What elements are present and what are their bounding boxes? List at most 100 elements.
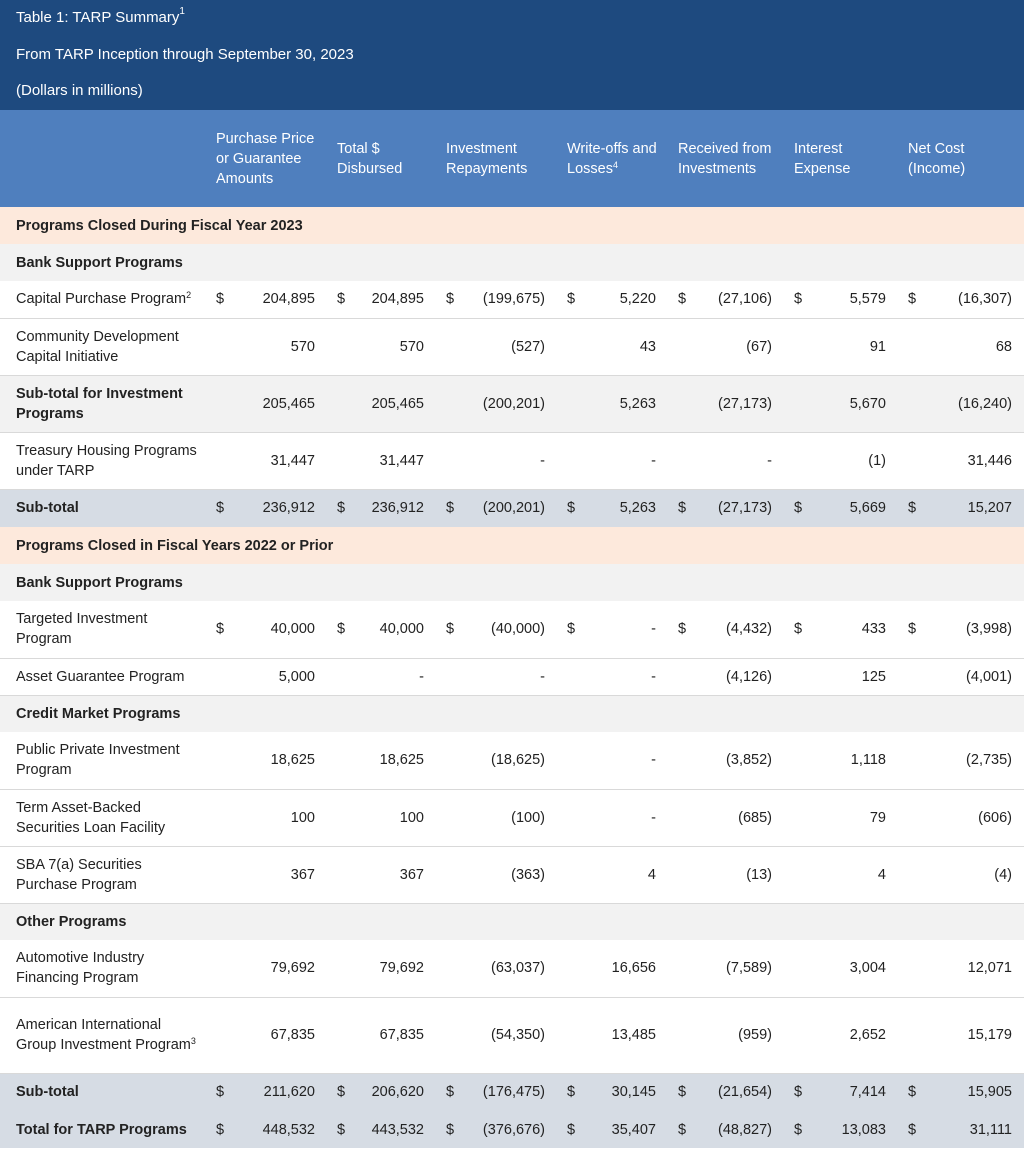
value-cell: $30,145 (557, 1073, 668, 1111)
value-cell: $ (176,475) (436, 1073, 557, 1111)
value-cell: (1) (784, 432, 898, 490)
currency-symbol: $ (678, 1084, 687, 1101)
row-label: Treasury Housing Programs under TARP (0, 432, 206, 490)
value-cell: 18,625 (327, 732, 436, 790)
value-text: - (651, 752, 656, 769)
table-row: Asset Guarantee Program 5,000 - - - (4,126) 12… (0, 658, 1024, 696)
value-text: 3,004 (849, 960, 886, 977)
currency-symbol: $ (678, 291, 687, 308)
value-cell: 5,263 (557, 375, 668, 433)
value-text: 31,446 (967, 452, 1012, 469)
currency-symbol: $ (216, 1084, 225, 1101)
table-row: SBA 7(a) Securities Purchase Program 367 3… (0, 846, 1024, 904)
currency-symbol: $ (794, 291, 803, 308)
value-cell: (100) (436, 789, 557, 847)
value-cell: (959) (668, 997, 784, 1074)
value-text: (48,827) (717, 1121, 772, 1138)
table-date-range: From TARP Inception through September 30… (16, 45, 354, 63)
column-header-label: Received from Investments (678, 140, 772, 177)
value-text: 68 (995, 338, 1012, 355)
value-text: 13,083 (841, 1121, 886, 1138)
value-text: (18,625) (490, 752, 545, 769)
currency-symbol: $ (567, 621, 576, 638)
value-text: 79 (869, 809, 886, 826)
value-text: (3,852) (726, 752, 772, 769)
value-text: 205,465 (262, 395, 315, 412)
row-label-text: Term Asset-Backed Securities Loan Facili… (16, 799, 166, 836)
column-header: Net Cost (Income) (898, 110, 1024, 207)
tarp-summary-page: Table 1: TARP Summary1 From TARP Incepti… (0, 0, 1024, 1150)
table-title-footnote: 1 (179, 6, 185, 17)
value-cell: 16,656 (557, 940, 668, 998)
value-cell: $15,207 (898, 489, 1024, 527)
row-label-text: Asset Guarantee Program (16, 668, 185, 685)
currency-symbol: $ (337, 1084, 346, 1101)
column-header: Write-offs and Losses4 (557, 110, 668, 207)
value-text: 205,465 (371, 395, 424, 412)
value-text: 40,000 (270, 621, 315, 638)
header-label-col (0, 110, 206, 207)
value-cell: 100 (327, 789, 436, 847)
value-cell: $31,111 (898, 1111, 1024, 1148)
value-text: (1) (868, 452, 886, 469)
value-cell: $35,407 (557, 1111, 668, 1148)
value-text: (176,475) (482, 1084, 545, 1101)
value-text: (200,201) (482, 395, 545, 412)
value-cell: (63,037) (436, 940, 557, 998)
value-cell: 2,652 (784, 997, 898, 1074)
value-text: 18,625 (379, 752, 424, 769)
column-header-label: Write-offs and Losses (567, 140, 657, 177)
value-cell: (527) (436, 318, 557, 376)
table-title-text: Table 1: TARP Summary (16, 9, 180, 26)
row-label: Asset Guarantee Program (0, 658, 206, 696)
row-label-text: Community Development Capital Initiative (16, 328, 179, 365)
value-text: 67,835 (379, 1027, 424, 1043)
value-cell: 12,071 (898, 940, 1024, 998)
row-label: Community Development Capital Initiative (0, 318, 206, 376)
currency-symbol: $ (337, 621, 346, 638)
row-label: Targeted Investment Program (0, 601, 206, 659)
row-label-text: Credit Market Programs (16, 705, 181, 722)
value-text: 5,220 (619, 291, 656, 308)
value-cell: (3,852) (668, 732, 784, 790)
value-text: (527) (511, 338, 545, 355)
value-cell: 31,446 (898, 432, 1024, 490)
row-label-text: Targeted Investment Program (16, 611, 148, 648)
value-text: (2,735) (966, 752, 1012, 769)
value-cell: 4 (557, 846, 668, 904)
currency-symbol: $ (567, 1084, 576, 1101)
currency-symbol: $ (216, 291, 225, 308)
value-text: 4 (877, 866, 886, 883)
value-text: 236,912 (262, 500, 315, 517)
value-text: (27,106) (717, 291, 772, 308)
value-text: - (540, 452, 545, 469)
currency-symbol: $ (446, 1121, 455, 1138)
value-cell: (67) (668, 318, 784, 376)
value-cell: 68 (898, 318, 1024, 376)
value-text: 570 (399, 338, 424, 355)
value-cell: 31,447 (327, 432, 436, 490)
total-row: Total for TARP Programs $448,532 $443,532 $… (0, 1111, 1024, 1148)
row-label-text: Treasury Housing Programs under TARP (16, 442, 197, 479)
value-text: (376,676) (482, 1121, 545, 1138)
value-text: (100) (511, 809, 545, 826)
value-cell: $236,912 (327, 489, 436, 527)
value-cell: $7,414 (784, 1073, 898, 1111)
value-text: 448,532 (262, 1121, 315, 1138)
value-cell: (685) (668, 789, 784, 847)
value-text: (16,240) (957, 395, 1012, 412)
row-label: Bank Support Programs (0, 564, 1024, 601)
value-text: 31,111 (969, 1121, 1012, 1138)
value-text: 15,179 (967, 1027, 1012, 1043)
value-cell: $5,220 (557, 281, 668, 319)
table-row: Public Private Investment Program 18,625 1… (0, 732, 1024, 790)
value-text: 204,895 (262, 291, 315, 308)
value-text: (959) (738, 1027, 772, 1043)
value-text: 67,835 (270, 1027, 315, 1043)
value-text: 2,652 (849, 1027, 886, 1043)
value-text: 40,000 (379, 621, 424, 638)
column-header: Investment Repayments (436, 110, 557, 207)
value-text: 5,670 (849, 395, 886, 412)
group-header-row: Other Programs (0, 903, 1024, 940)
currency-symbol: $ (567, 500, 576, 517)
